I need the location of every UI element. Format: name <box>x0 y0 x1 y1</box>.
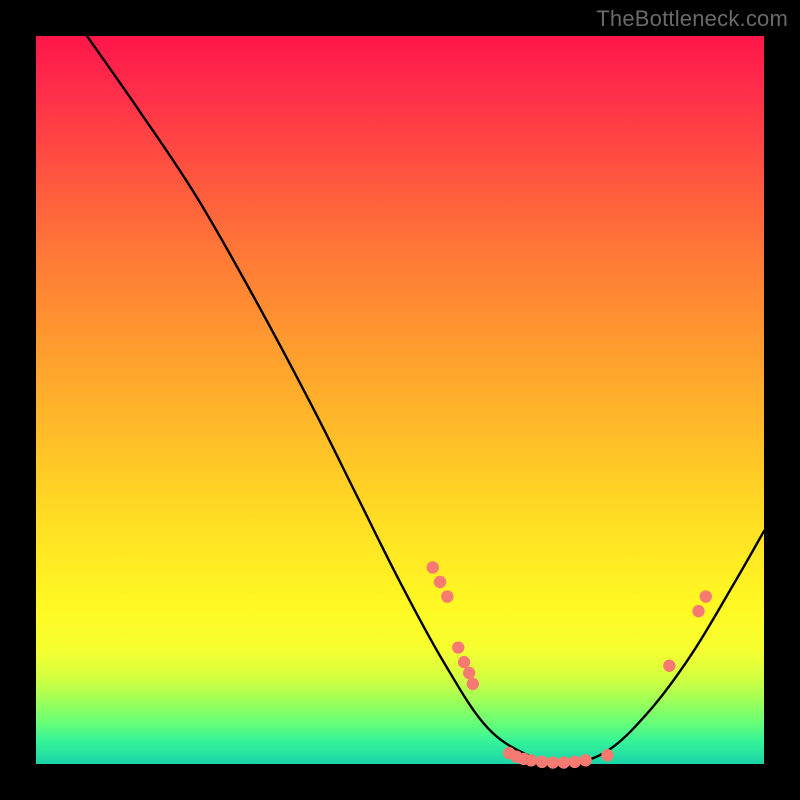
data-dot <box>663 660 675 672</box>
data-dot <box>427 561 439 573</box>
watermark-text: TheBottleneck.com <box>596 6 788 32</box>
chart-stage: TheBottleneck.com <box>0 0 800 800</box>
curve-svg <box>36 36 764 764</box>
data-dot <box>467 678 479 690</box>
data-dot <box>452 641 464 653</box>
data-dot <box>463 667 475 679</box>
data-dots <box>427 561 712 769</box>
data-dot <box>601 749 613 761</box>
data-dot <box>434 576 446 588</box>
bottleneck-curve <box>87 36 764 764</box>
data-dot <box>547 756 559 768</box>
data-dot <box>441 590 453 602</box>
plot-area <box>36 36 764 764</box>
data-dot <box>536 756 548 768</box>
data-dot <box>525 754 537 766</box>
data-dot <box>692 605 704 617</box>
data-dot <box>458 656 470 668</box>
data-dot <box>558 756 570 768</box>
data-dot <box>569 756 581 768</box>
data-dot <box>579 754 591 766</box>
data-dot <box>700 590 712 602</box>
